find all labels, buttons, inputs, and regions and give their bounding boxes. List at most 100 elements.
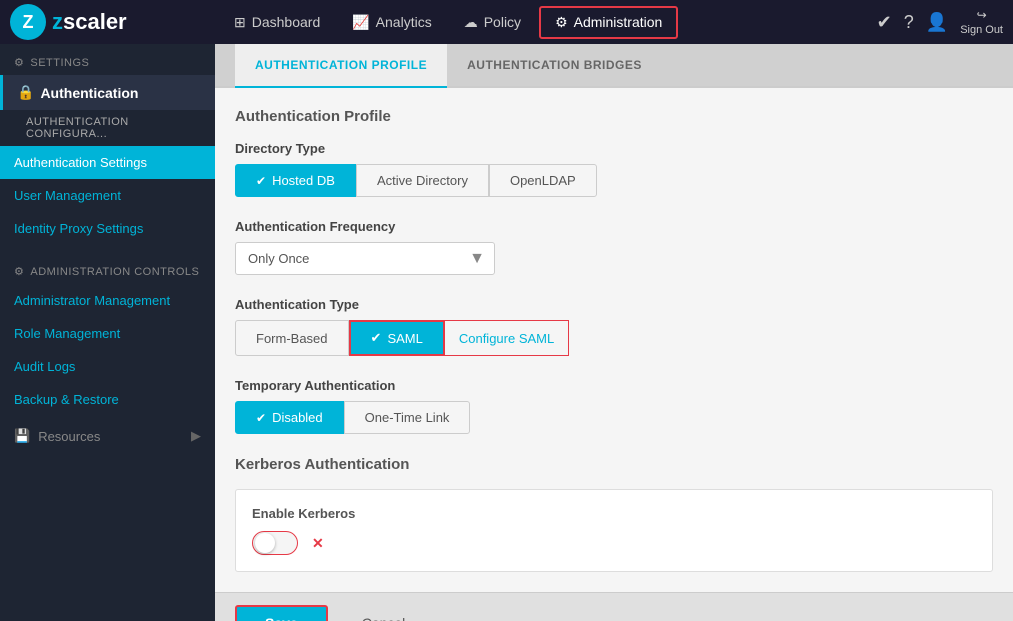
main-panel: AUTHENTICATION PROFILE AUTHENTICATION BR… [215,44,1013,621]
disabled-check-icon: ✔ [256,411,266,425]
dashboard-icon: ⊞ [234,14,246,31]
btn-active-directory[interactable]: Active Directory [356,164,489,197]
backup-restore-label: Backup & Restore [14,392,119,407]
help-icon[interactable]: ? [904,12,914,33]
directory-type-group: Directory Type ✔ Hosted DB Active Direct… [235,141,993,197]
enable-kerberos-label: Enable Kerberos [252,506,976,521]
policy-icon: ☁ [464,14,478,31]
btn-disabled[interactable]: ✔ Disabled [235,401,344,434]
check-icon: ✔ [256,174,266,188]
sidebar-item-user-management[interactable]: User Management [0,179,215,212]
admin-management-label: Administrator Management [14,293,170,308]
auth-type-buttons: Form-Based ✔ SAML Configure SAML [235,320,993,356]
active-directory-label: Active Directory [377,173,468,188]
lock-icon: 🔒 [17,84,34,101]
nav-administration[interactable]: ⚙ Administration [539,6,678,39]
user-management-label: User Management [14,188,121,203]
kerberos-section-divider: Kerberos Authentication Enable Kerberos … [235,456,993,572]
tab-auth-profile[interactable]: AUTHENTICATION PROFILE [235,44,447,88]
tasks-icon[interactable]: ✔ [877,12,892,33]
btn-one-time-link[interactable]: One-Time Link [344,401,471,434]
directory-type-buttons: ✔ Hosted DB Active Directory OpenLDAP [235,164,993,197]
nav-policy[interactable]: ☁ Policy [450,8,535,37]
btn-hosted-db[interactable]: ✔ Hosted DB [235,164,356,197]
admin-controls-label: ADMINISTRATION CONTROLS [30,266,199,278]
authentication-label: Authentication [40,85,138,101]
one-time-link-label: One-Time Link [365,410,450,425]
temp-auth-buttons: ✔ Disabled One-Time Link [235,401,993,434]
auth-type-label: Authentication Type [235,297,993,312]
configure-saml-label: Configure SAML [459,331,554,346]
auth-type-group: Authentication Type Form-Based ✔ SAML Co… [235,297,993,356]
content-area: Authentication Profile Directory Type ✔ … [215,88,1013,592]
section-title: Authentication Profile [235,108,993,125]
admin-controls-section: ⚙ ADMINISTRATION CONTROLS [0,253,215,284]
kerberos-toggle-group: ✕ [252,531,976,555]
sidebar-item-role-management[interactable]: Role Management [0,317,215,350]
sidebar-item-identity-proxy[interactable]: Identity Proxy Settings [0,212,215,245]
auth-settings-label: Authentication Settings [14,155,147,170]
nav-analytics-label: Analytics [376,14,432,30]
tab-auth-bridges-label: AUTHENTICATION BRIDGES [467,58,642,72]
main-layout: ⚙ Settings 🔒 Authentication AUTHENTICATI… [0,44,1013,621]
btn-openldap[interactable]: OpenLDAP [489,164,597,197]
saml-label: SAML [387,331,422,346]
nav-right: ✔ ? 👤 ↪ Sign Out [877,8,1003,36]
sidebar-item-audit-logs[interactable]: Audit Logs [0,350,215,383]
logo-icon: Z [10,4,46,40]
brand-name: zscaler [52,9,127,35]
auth-frequency-select-wrapper: Only Once Always Daily Weekly ▼ [235,242,495,275]
sidebar-item-resources[interactable]: 💾 Resources ▶ [0,416,215,456]
kerberos-toggle[interactable] [252,531,298,555]
auth-frequency-group: Authentication Frequency Only Once Alway… [235,219,993,275]
temp-auth-label: Temporary Authentication [235,378,993,393]
chevron-right-icon: ▶ [191,428,201,444]
logo-area: Z zscaler [10,4,220,40]
directory-type-label: Directory Type [235,141,993,156]
bottom-bar: Save Cancel [215,592,1013,621]
toggle-knob [255,533,275,553]
nav-analytics[interactable]: 📈 Analytics [338,8,445,37]
nav-items: ⊞ Dashboard 📈 Analytics ☁ Policy ⚙ Admin… [220,6,877,39]
sidebar-item-admin-management[interactable]: Administrator Management [0,284,215,317]
role-management-label: Role Management [14,326,120,341]
auth-config-label: AUTHENTICATION CONFIGURA... [26,116,129,140]
sign-out-button[interactable]: ↪ Sign Out [960,8,1003,36]
tab-bar: AUTHENTICATION PROFILE AUTHENTICATION BR… [215,44,1013,88]
saml-check-icon: ✔ [371,330,382,346]
resources-label: Resources [38,429,100,444]
sign-out-label: Sign Out [960,24,1003,36]
kerberos-section-title: Kerberos Authentication [235,456,993,473]
tab-auth-profile-label: AUTHENTICATION PROFILE [255,58,427,72]
nav-dashboard[interactable]: ⊞ Dashboard [220,8,334,37]
sidebar-item-auth-settings[interactable]: Authentication Settings [0,146,215,179]
save-button[interactable]: Save [235,605,328,621]
auth-frequency-label: Authentication Frequency [235,219,993,234]
sidebar-item-backup-restore[interactable]: Backup & Restore [0,383,215,416]
btn-configure-saml[interactable]: Configure SAML [445,320,569,356]
btn-saml[interactable]: ✔ SAML [349,320,445,356]
signout-icon: ↪ [977,8,987,22]
cancel-button[interactable]: Cancel [342,607,426,621]
temp-auth-group: Temporary Authentication ✔ Disabled One-… [235,378,993,434]
openldap-label: OpenLDAP [510,173,576,188]
settings-gear-icon: ⚙ [14,56,24,69]
tab-auth-bridges[interactable]: AUTHENTICATION BRIDGES [447,44,662,88]
hosted-db-label: Hosted DB [272,173,335,188]
toggle-x-icon: ✕ [312,535,324,552]
settings-label: Settings [30,57,89,69]
sidebar: ⚙ Settings 🔒 Authentication AUTHENTICATI… [0,44,215,621]
form-based-label: Form-Based [256,331,328,346]
user-icon[interactable]: 👤 [926,12,948,33]
settings-section: ⚙ Settings [0,44,215,75]
resources-icon: 💾 [14,428,30,444]
nav-policy-label: Policy [484,14,521,30]
btn-form-based[interactable]: Form-Based [235,320,349,356]
auth-config-sub[interactable]: AUTHENTICATION CONFIGURA... [0,110,215,146]
disabled-label: Disabled [272,410,323,425]
sidebar-item-authentication[interactable]: 🔒 Authentication [0,75,215,110]
identity-proxy-label: Identity Proxy Settings [14,221,143,236]
admin-gear-icon: ⚙ [14,265,24,278]
auth-frequency-select[interactable]: Only Once Always Daily Weekly [235,242,495,275]
nav-administration-label: Administration [574,14,663,30]
